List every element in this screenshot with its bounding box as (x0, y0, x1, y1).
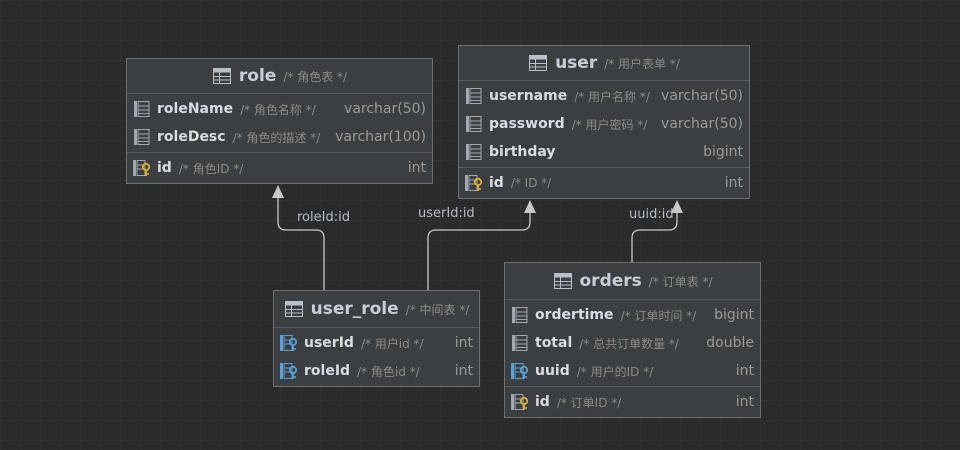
keys-section: id /* ID */ int (459, 168, 749, 198)
diagram-canvas[interactable]: roleId:id userId:id uuid:id role /* 角色表 … (0, 0, 960, 450)
column-name: id (157, 160, 172, 176)
table-comment: /* 角色表 */ (283, 69, 348, 84)
column-row-username[interactable]: username /* 用户名称 */ varchar(50) (459, 82, 749, 110)
column-type: bigint (714, 307, 754, 323)
relation-label-uuid: uuid:id (629, 207, 674, 222)
table-user[interactable]: user /* 用户表单 */ username /* 用户名称 */ varcha… (458, 45, 750, 199)
column-comment: /* 角色的描述 */ (232, 130, 321, 145)
column-comment: /* 订单ID */ (556, 395, 622, 410)
column-row-rolename[interactable]: roleName /* 角色名称 */ varchar(50) (127, 95, 432, 123)
column-icon (132, 99, 152, 119)
column-type: int (724, 175, 743, 191)
column-name: total (535, 335, 573, 351)
keys-section: id /* 角色ID */ int (127, 153, 432, 183)
table-name: user (555, 53, 598, 73)
column-type: int (407, 160, 426, 176)
column-icon (464, 142, 484, 162)
column-type: varchar(100) (335, 129, 426, 145)
table-icon (553, 271, 573, 291)
column-type: varchar(50) (661, 116, 743, 132)
column-type: int (735, 363, 754, 379)
column-type: varchar(50) (344, 101, 426, 117)
columns-section: userId /* 用户id */ int roleId /* 角色id */ int (274, 328, 479, 386)
table-header[interactable]: user /* 用户表单 */ (459, 46, 749, 81)
columns-section: ordertime /* 订单时间 */ bigint total /* 总共订单数量 … (505, 300, 760, 387)
column-type: int (454, 335, 473, 351)
relation-label-userid: userId:id (418, 206, 475, 221)
table-icon (528, 53, 548, 73)
column-comment: /* ID */ (510, 176, 552, 190)
column-comment: /* 用户的ID */ (576, 364, 654, 379)
column-name: roleDesc (157, 129, 226, 145)
column-icon (464, 114, 484, 134)
column-comment: /* 用户id */ (360, 336, 424, 351)
relation-arrow-user-1 (524, 200, 536, 213)
table-comment: /* 订单表 */ (648, 274, 713, 289)
primary-key-icon (132, 158, 152, 178)
table-name: orders (579, 271, 642, 291)
column-type: bigint (703, 144, 743, 160)
table-header[interactable]: user_role /* 中间表 */ (274, 291, 479, 328)
primary-key-icon (464, 173, 484, 193)
column-comment: /* 角色id */ (357, 364, 420, 379)
foreign-key-icon (279, 361, 299, 381)
column-row-birthday[interactable]: birthday bigint (459, 138, 749, 166)
table-icon (212, 66, 232, 86)
column-row-uuid[interactable]: uuid /* 用户的ID */ int (505, 357, 760, 385)
column-name: username (489, 88, 568, 104)
column-comment: /* 角色名称 */ (240, 102, 316, 117)
relation-arrow-role (272, 185, 284, 198)
columns-section: username /* 用户名称 */ varchar(50) password /* … (459, 81, 749, 168)
table-comment: /* 用户表单 */ (604, 56, 680, 71)
relation-label-roleid: roleId:id (297, 210, 350, 225)
column-row-userid[interactable]: userId /* 用户id */ int (274, 329, 479, 357)
columns-section: roleName /* 角色名称 */ varchar(50) roleDesc /* … (127, 94, 432, 153)
column-comment: /* 角色ID */ (178, 161, 244, 176)
column-row-password[interactable]: password /* 用户密码 */ varchar(50) (459, 110, 749, 138)
column-type: int (735, 394, 754, 410)
column-name: userId (304, 335, 354, 351)
column-row-total[interactable]: total /* 总共订单数量 */ double (505, 329, 760, 357)
column-name: ordertime (535, 307, 614, 323)
column-type: double (706, 335, 754, 351)
table-orders[interactable]: orders /* 订单表 */ ordertime /* 订单时间 */ bigi… (504, 262, 761, 418)
table-header[interactable]: role /* 角色表 */ (127, 59, 432, 94)
column-comment: /* 用户密码 */ (571, 117, 648, 132)
foreign-key-icon (279, 333, 299, 353)
table-icon (284, 299, 304, 319)
column-comment: /* 总共订单数量 */ (579, 336, 679, 351)
table-name: role (238, 66, 277, 86)
column-comment: /* 用户名称 */ (574, 89, 650, 104)
table-name: user_role (310, 299, 399, 319)
table-role[interactable]: role /* 角色表 */ roleName /* 角色名称 */ varchar… (126, 58, 433, 184)
table-user-role[interactable]: user_role /* 中间表 */ userId/* 用户id */int r… (273, 290, 480, 387)
foreign-key-icon (510, 361, 530, 381)
keys-section: id /* 订单ID */ int (505, 387, 760, 417)
column-name: roleName (157, 101, 234, 117)
column-row-roledesc[interactable]: roleDesc /* 角色的描述 */ varchar(100) (127, 123, 432, 151)
column-type: varchar(50) (661, 88, 743, 104)
column-icon (510, 305, 530, 325)
column-icon (510, 333, 530, 353)
column-row-roleid[interactable]: roleId /* 角色id */ int (274, 357, 479, 385)
column-name: id (489, 175, 504, 191)
column-name: id (535, 394, 550, 410)
column-name: roleId (304, 363, 351, 379)
column-row-id[interactable]: id /* 订单ID */ int (505, 388, 760, 416)
column-comment: /* 订单时间 */ (620, 308, 697, 323)
column-type: int (454, 363, 473, 379)
column-row-id[interactable]: id /* ID */ int (459, 169, 749, 197)
column-icon (464, 86, 484, 106)
column-row-id[interactable]: id /* 角色ID */ int (127, 154, 432, 182)
column-name: password (489, 116, 565, 132)
column-name: uuid (535, 363, 570, 379)
column-row-ordertime[interactable]: ordertime /* 订单时间 */ bigint (505, 301, 760, 329)
column-name: birthday (489, 144, 556, 160)
table-header[interactable]: orders /* 订单表 */ (505, 263, 760, 300)
primary-key-icon (510, 392, 530, 412)
table-comment: /* 中间表 */ (405, 302, 470, 317)
column-icon (132, 127, 152, 147)
